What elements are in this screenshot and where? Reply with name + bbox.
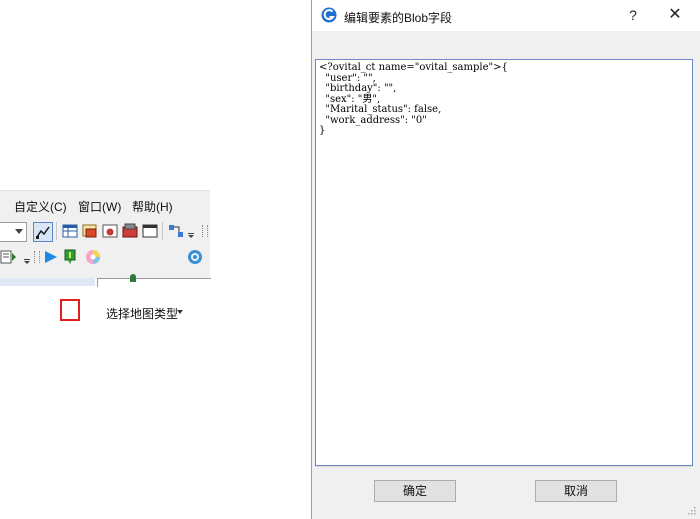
cancel-button[interactable]: 取消	[535, 480, 617, 502]
window-icon	[142, 224, 158, 238]
app-toolbar-area: 自定义(C) 窗口(W) 帮助(H) 选择地图类型	[0, 190, 210, 321]
dialog-title: 编辑要素的Blob字段	[344, 11, 453, 25]
map-view-edge	[0, 274, 211, 287]
gear-icon	[188, 250, 202, 264]
blob-content-textarea[interactable]: <?ovital_ct name="ovital_sample">{ "user…	[315, 59, 693, 466]
toolbar-row-1	[0, 220, 210, 244]
settings-button[interactable]	[186, 248, 204, 266]
toolbar-separator	[56, 222, 57, 240]
stack-button[interactable]	[121, 222, 139, 240]
menu-window[interactable]: 窗口(W)	[78, 198, 121, 215]
stack-icon	[122, 223, 138, 238]
map-icon	[102, 224, 118, 238]
layer-icon	[82, 224, 97, 238]
map-type-dropdown[interactable]: 选择地图类型	[106, 305, 178, 322]
toolbar-separator	[162, 222, 163, 240]
overflow-icon	[24, 259, 30, 264]
footer-divider	[315, 466, 693, 467]
ok-button[interactable]: 确定	[374, 480, 456, 502]
toolbar-grip[interactable]	[202, 225, 208, 237]
play-icon	[45, 251, 57, 263]
dialog-titlebar[interactable]: 编辑要素的Blob字段 ? ✕	[312, 0, 700, 31]
menu-customize[interactable]: 自定义(C)	[14, 198, 67, 215]
table-icon	[62, 224, 78, 238]
highlight-box	[60, 299, 80, 321]
color-wheel-icon	[86, 250, 100, 264]
pointer-tool-icon	[36, 226, 50, 239]
properties-button[interactable]	[0, 248, 18, 266]
map-pin-icon	[64, 249, 76, 264]
help-button[interactable]: ?	[622, 5, 644, 25]
layer-button[interactable]	[81, 222, 99, 240]
play-button[interactable]	[42, 248, 60, 266]
menu-help[interactable]: 帮助(H)	[132, 198, 173, 215]
toolbar-overflow-button[interactable]	[188, 226, 194, 238]
dropdown-icon	[15, 229, 23, 234]
resize-grip-icon[interactable]	[686, 505, 696, 515]
network-button[interactable]	[167, 222, 185, 240]
map-button[interactable]	[101, 222, 119, 240]
toolbar-row-2: 选择地图类型	[0, 246, 210, 321]
menu-bar: 自定义(C) 窗口(W) 帮助(H)	[0, 195, 210, 215]
pointer-tool-button[interactable]	[33, 222, 53, 242]
toolbar-overflow-button[interactable]	[24, 252, 30, 264]
add-point-button[interactable]	[61, 248, 79, 266]
window-button[interactable]	[141, 222, 159, 240]
chevron-down-icon	[177, 310, 183, 314]
toolbar-grip[interactable]	[34, 251, 40, 263]
network-icon	[169, 225, 183, 237]
table-button[interactable]	[61, 222, 79, 240]
close-button[interactable]: ✕	[664, 5, 686, 25]
color-button[interactable]	[84, 248, 102, 266]
blob-edit-dialog: 编辑要素的Blob字段 ? ✕ <?ovital_ct name="ovital…	[311, 0, 700, 519]
app-logo-icon	[321, 7, 337, 23]
layer-combobox[interactable]	[0, 222, 27, 242]
overflow-icon	[188, 233, 194, 238]
properties-icon	[0, 250, 16, 264]
